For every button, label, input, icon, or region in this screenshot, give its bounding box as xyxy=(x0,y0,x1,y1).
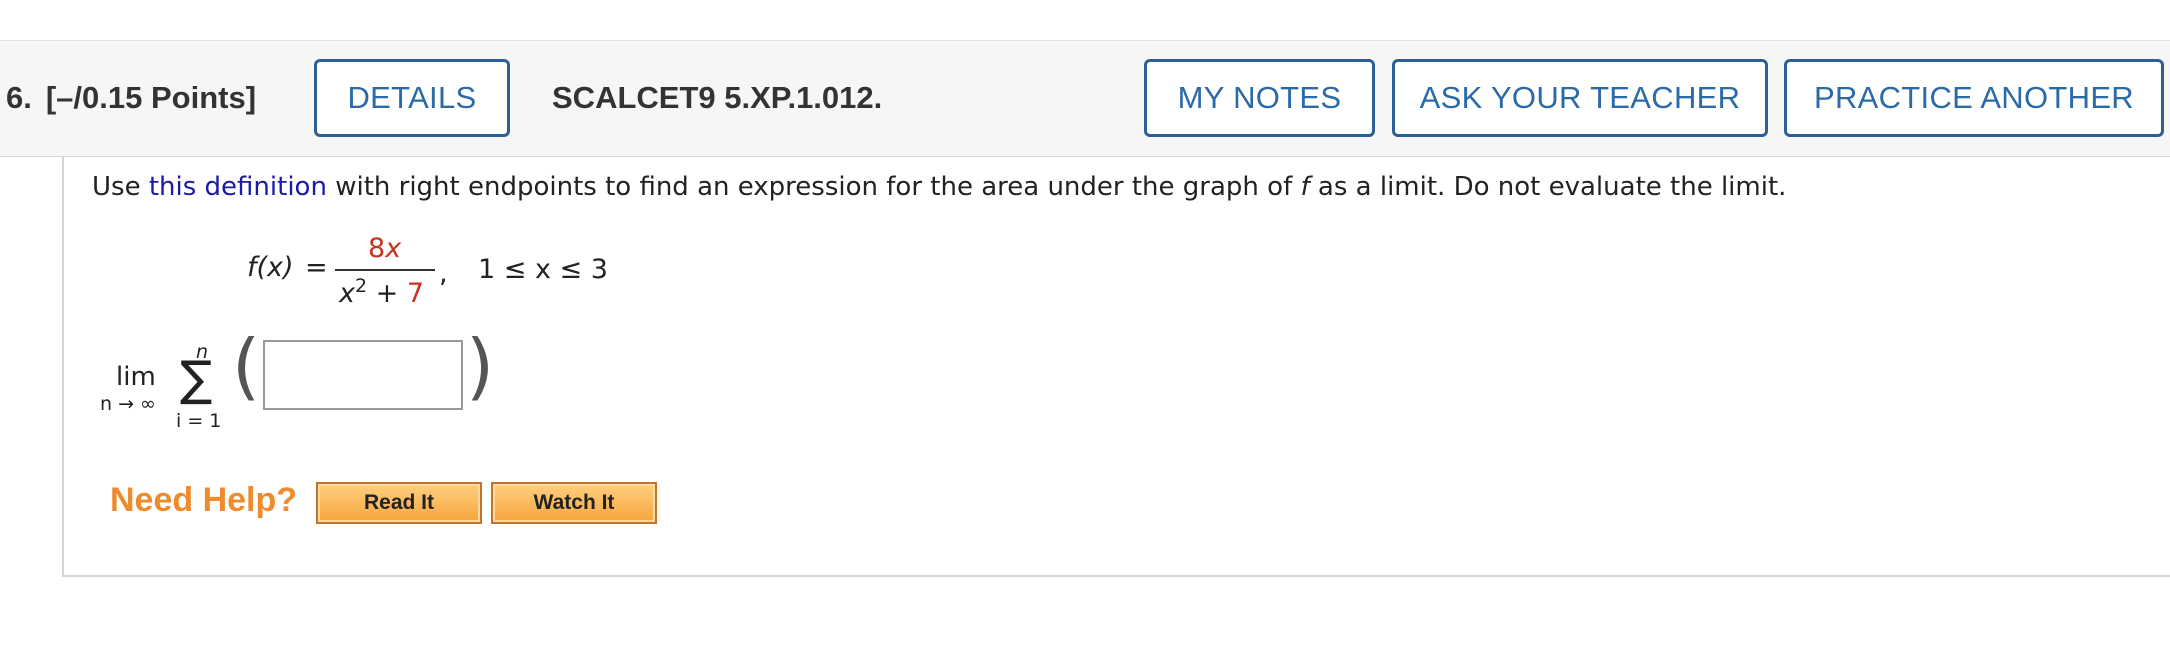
practice-another-button[interactable]: PRACTICE ANOTHER xyxy=(1784,59,2164,137)
numerator-variable: x xyxy=(385,233,402,264)
read-it-button[interactable]: Read It xyxy=(316,482,482,524)
function-domain: 1 ≤ x ≤ 3 xyxy=(478,254,608,285)
numerator-coefficient: 8 xyxy=(368,233,386,264)
function-lhs: f(x) xyxy=(247,252,294,283)
question-number-label: 6. xyxy=(6,80,32,115)
fraction-denominator: x2 + 7 xyxy=(339,275,424,309)
left-parenthesis: ( xyxy=(232,324,261,408)
right-parenthesis: ) xyxy=(466,324,495,408)
instructions-variable: f xyxy=(1300,172,1310,202)
my-notes-button[interactable]: MY NOTES xyxy=(1144,59,1375,137)
limit-subscript: n → ∞ xyxy=(100,393,156,415)
instructions-end: as a limit. Do not evaluate the limit. xyxy=(1309,172,1787,202)
details-button[interactable]: DETAILS xyxy=(314,59,510,137)
points-label: [–/0.15 Points] xyxy=(45,80,257,115)
sum-lower-bound: i = 1 xyxy=(176,410,222,432)
equals-sign: = xyxy=(305,252,328,283)
ask-your-teacher-button[interactable]: ASK YOUR TEACHER xyxy=(1392,59,1768,137)
fraction-bar xyxy=(335,269,435,271)
definition-link[interactable]: this definition xyxy=(149,172,327,202)
answer-input[interactable] xyxy=(263,340,463,410)
fraction-numerator: 8x xyxy=(368,233,401,264)
sigma-symbol: ∑ xyxy=(180,351,213,407)
need-help-label: Need Help? xyxy=(110,481,298,519)
denominator-exponent: 2 xyxy=(354,275,368,297)
instructions-middle: with right endpoints to find an expressi… xyxy=(326,172,1301,202)
function-comma: , xyxy=(439,258,448,289)
limit-label: lim xyxy=(116,362,156,392)
question-number: 6. [–/0.15 Points] xyxy=(6,80,256,116)
denominator-variable: x xyxy=(339,278,355,309)
watch-it-button[interactable]: Watch It xyxy=(491,482,657,524)
instructions-start: Use xyxy=(92,172,149,202)
question-id: SCALCET9 5.XP.1.012. xyxy=(552,80,883,115)
instructions: Use this definition with right endpoints… xyxy=(92,172,1786,202)
denominator-constant: 7 xyxy=(406,278,425,309)
denominator-plus: + xyxy=(367,278,407,309)
